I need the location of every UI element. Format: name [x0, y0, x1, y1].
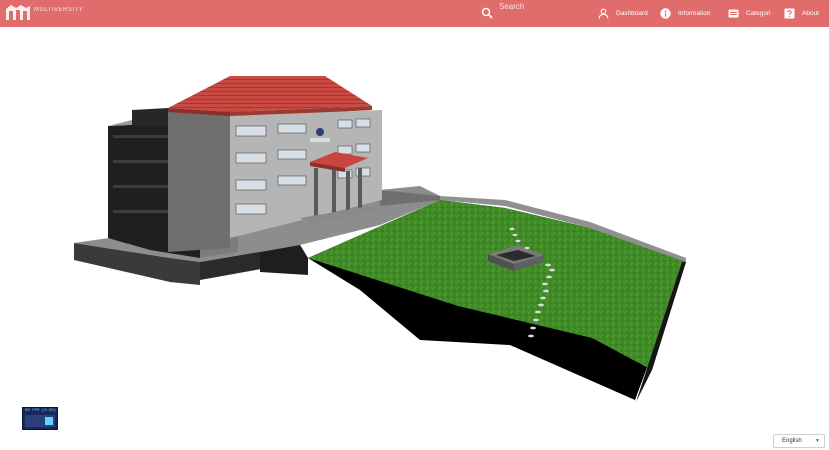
- category-icon: [728, 9, 739, 18]
- nav-about[interactable]: About: [784, 6, 819, 21]
- chevron-down-icon: ▼: [815, 438, 820, 444]
- top-navigation-bar: MULTIVERSITY Dashboard Information Categ…: [0, 0, 829, 27]
- info-icon: [660, 8, 671, 19]
- nav-about-label: About: [802, 10, 819, 17]
- search-icon[interactable]: [481, 7, 493, 19]
- nav-categori-label: Categori: [746, 10, 771, 17]
- language-select[interactable]: English ▼: [773, 434, 825, 448]
- fps-label: 60 FPS (0-60): [25, 409, 57, 413]
- ground-block: [308, 200, 686, 402]
- search-input[interactable]: [499, 0, 581, 12]
- brand-text: MULTIVERSITY: [34, 7, 84, 13]
- nav-dashboard[interactable]: Dashboard: [598, 6, 648, 21]
- scene-viewport[interactable]: [0, 27, 829, 450]
- nav-dashboard-label: Dashboard: [616, 10, 648, 17]
- nav-information[interactable]: Information: [660, 6, 711, 21]
- language-select-value: English: [782, 438, 802, 444]
- fps-stats-panel[interactable]: 60 FPS (0-60): [22, 407, 58, 430]
- logo-icon[interactable]: [4, 3, 32, 23]
- fps-graph: [25, 415, 55, 427]
- nav-categori[interactable]: Categori: [728, 6, 771, 21]
- nav-information-label: Information: [678, 10, 711, 17]
- fps-graph-bar: [45, 417, 53, 425]
- help-icon: [784, 8, 795, 19]
- user-icon: [598, 8, 609, 19]
